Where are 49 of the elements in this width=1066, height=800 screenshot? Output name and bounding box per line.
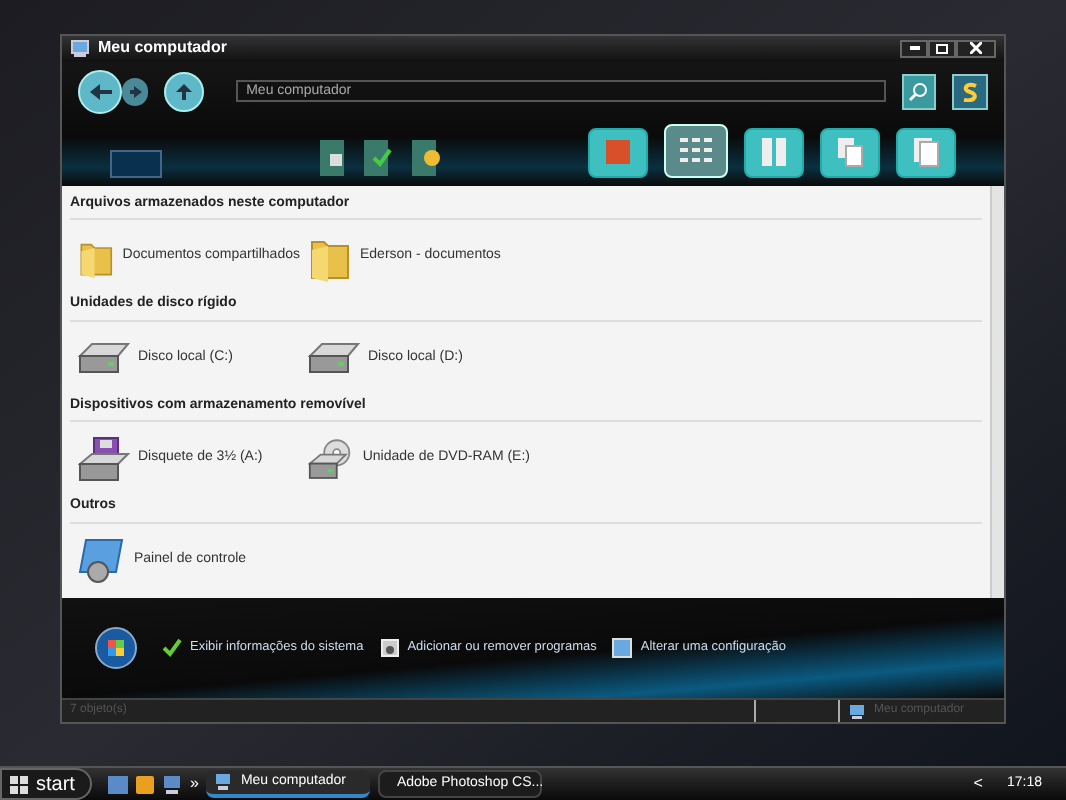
logo-button[interactable] (952, 73, 988, 110)
forward-button[interactable] (121, 77, 149, 106)
maximize-icon (936, 43, 948, 54)
maximize-button[interactable] (928, 39, 956, 58)
checkmark-icon (162, 638, 182, 659)
control-panel-icon (78, 536, 126, 585)
left-arrow-icon (87, 81, 112, 102)
floppy-drive-icon (78, 435, 130, 484)
icons-view-button[interactable] (820, 127, 880, 178)
folder-icon (318, 137, 346, 178)
minimize-button[interactable] (900, 39, 928, 58)
program-box-icon (379, 638, 400, 659)
pages-icon (760, 136, 788, 169)
thumbnails-view-button[interactable] (664, 123, 728, 178)
up-button[interactable] (164, 71, 205, 112)
list-view-button[interactable] (896, 127, 956, 178)
search-icon (908, 81, 929, 102)
computer-icon (162, 775, 182, 793)
documents-icon (836, 136, 864, 169)
start-button[interactable]: start (0, 768, 92, 800)
scrollbar[interactable] (990, 185, 1004, 599)
windows-flag-icon (10, 775, 28, 793)
search-button[interactable] (901, 73, 937, 110)
tray-arrow[interactable]: < (973, 772, 983, 796)
computer-icon (70, 39, 90, 58)
back-button[interactable] (78, 69, 122, 114)
close-button[interactable] (956, 39, 996, 58)
picture-icon (604, 138, 632, 167)
pages-icon (912, 136, 940, 169)
grid-icon (678, 136, 714, 165)
filmstrip-view-button[interactable] (588, 127, 648, 178)
close-icon (970, 42, 982, 55)
tiles-view-button[interactable] (744, 127, 804, 178)
media-player-icon (136, 775, 154, 793)
chevron[interactable]: » (190, 772, 199, 796)
drive-icon (308, 340, 360, 377)
windows-orb-icon (94, 626, 138, 671)
desktop-icon (108, 775, 128, 793)
window-settings-icon (612, 638, 633, 659)
monitor-icon (110, 149, 162, 178)
folder-check-icon (362, 137, 394, 178)
computer-icon (848, 703, 866, 720)
window-title: Meu computador (98, 40, 227, 57)
dvd-drive-icon (308, 435, 355, 484)
up-arrow-icon (174, 81, 195, 102)
drive-icon (78, 340, 130, 377)
computer-icon (214, 774, 233, 790)
right-arrow-icon (127, 83, 144, 100)
minimize-icon (909, 46, 919, 51)
